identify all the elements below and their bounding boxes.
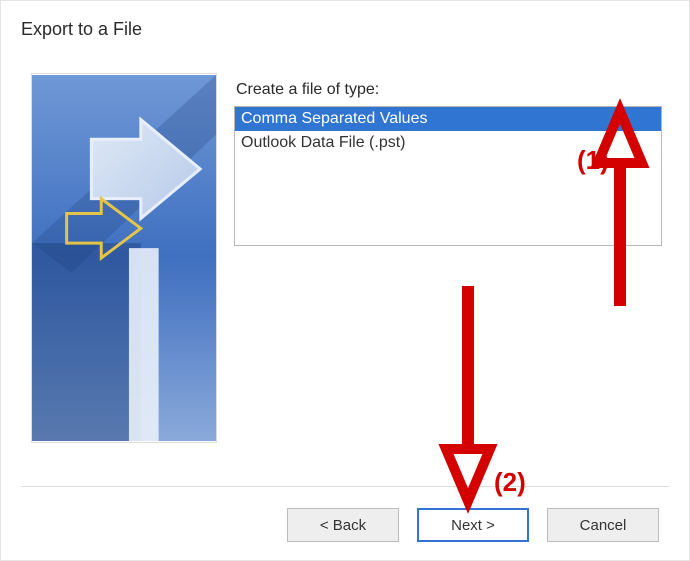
wizard-button-row: < Back Next > Cancel [287,508,659,542]
dialog-title: Export to a File [21,19,142,40]
file-type-option-csv[interactable]: Comma Separated Values [235,107,661,131]
next-button[interactable]: Next > [417,508,529,542]
file-type-listbox[interactable]: Comma Separated Values Outlook Data File… [234,106,662,246]
file-type-option-pst[interactable]: Outlook Data File (.pst) [235,131,661,155]
wizard-arrow-illustration [32,73,216,443]
annotation-label-2: (2) [494,467,526,497]
file-type-label: Create a file of type: [236,81,379,99]
wizard-graphic [31,73,217,443]
export-wizard-dialog: Export to a File [0,0,690,561]
cancel-button[interactable]: Cancel [547,508,659,542]
footer-separator [21,486,669,487]
back-button[interactable]: < Back [287,508,399,542]
annotation-arrow-2: (2) [446,286,526,501]
